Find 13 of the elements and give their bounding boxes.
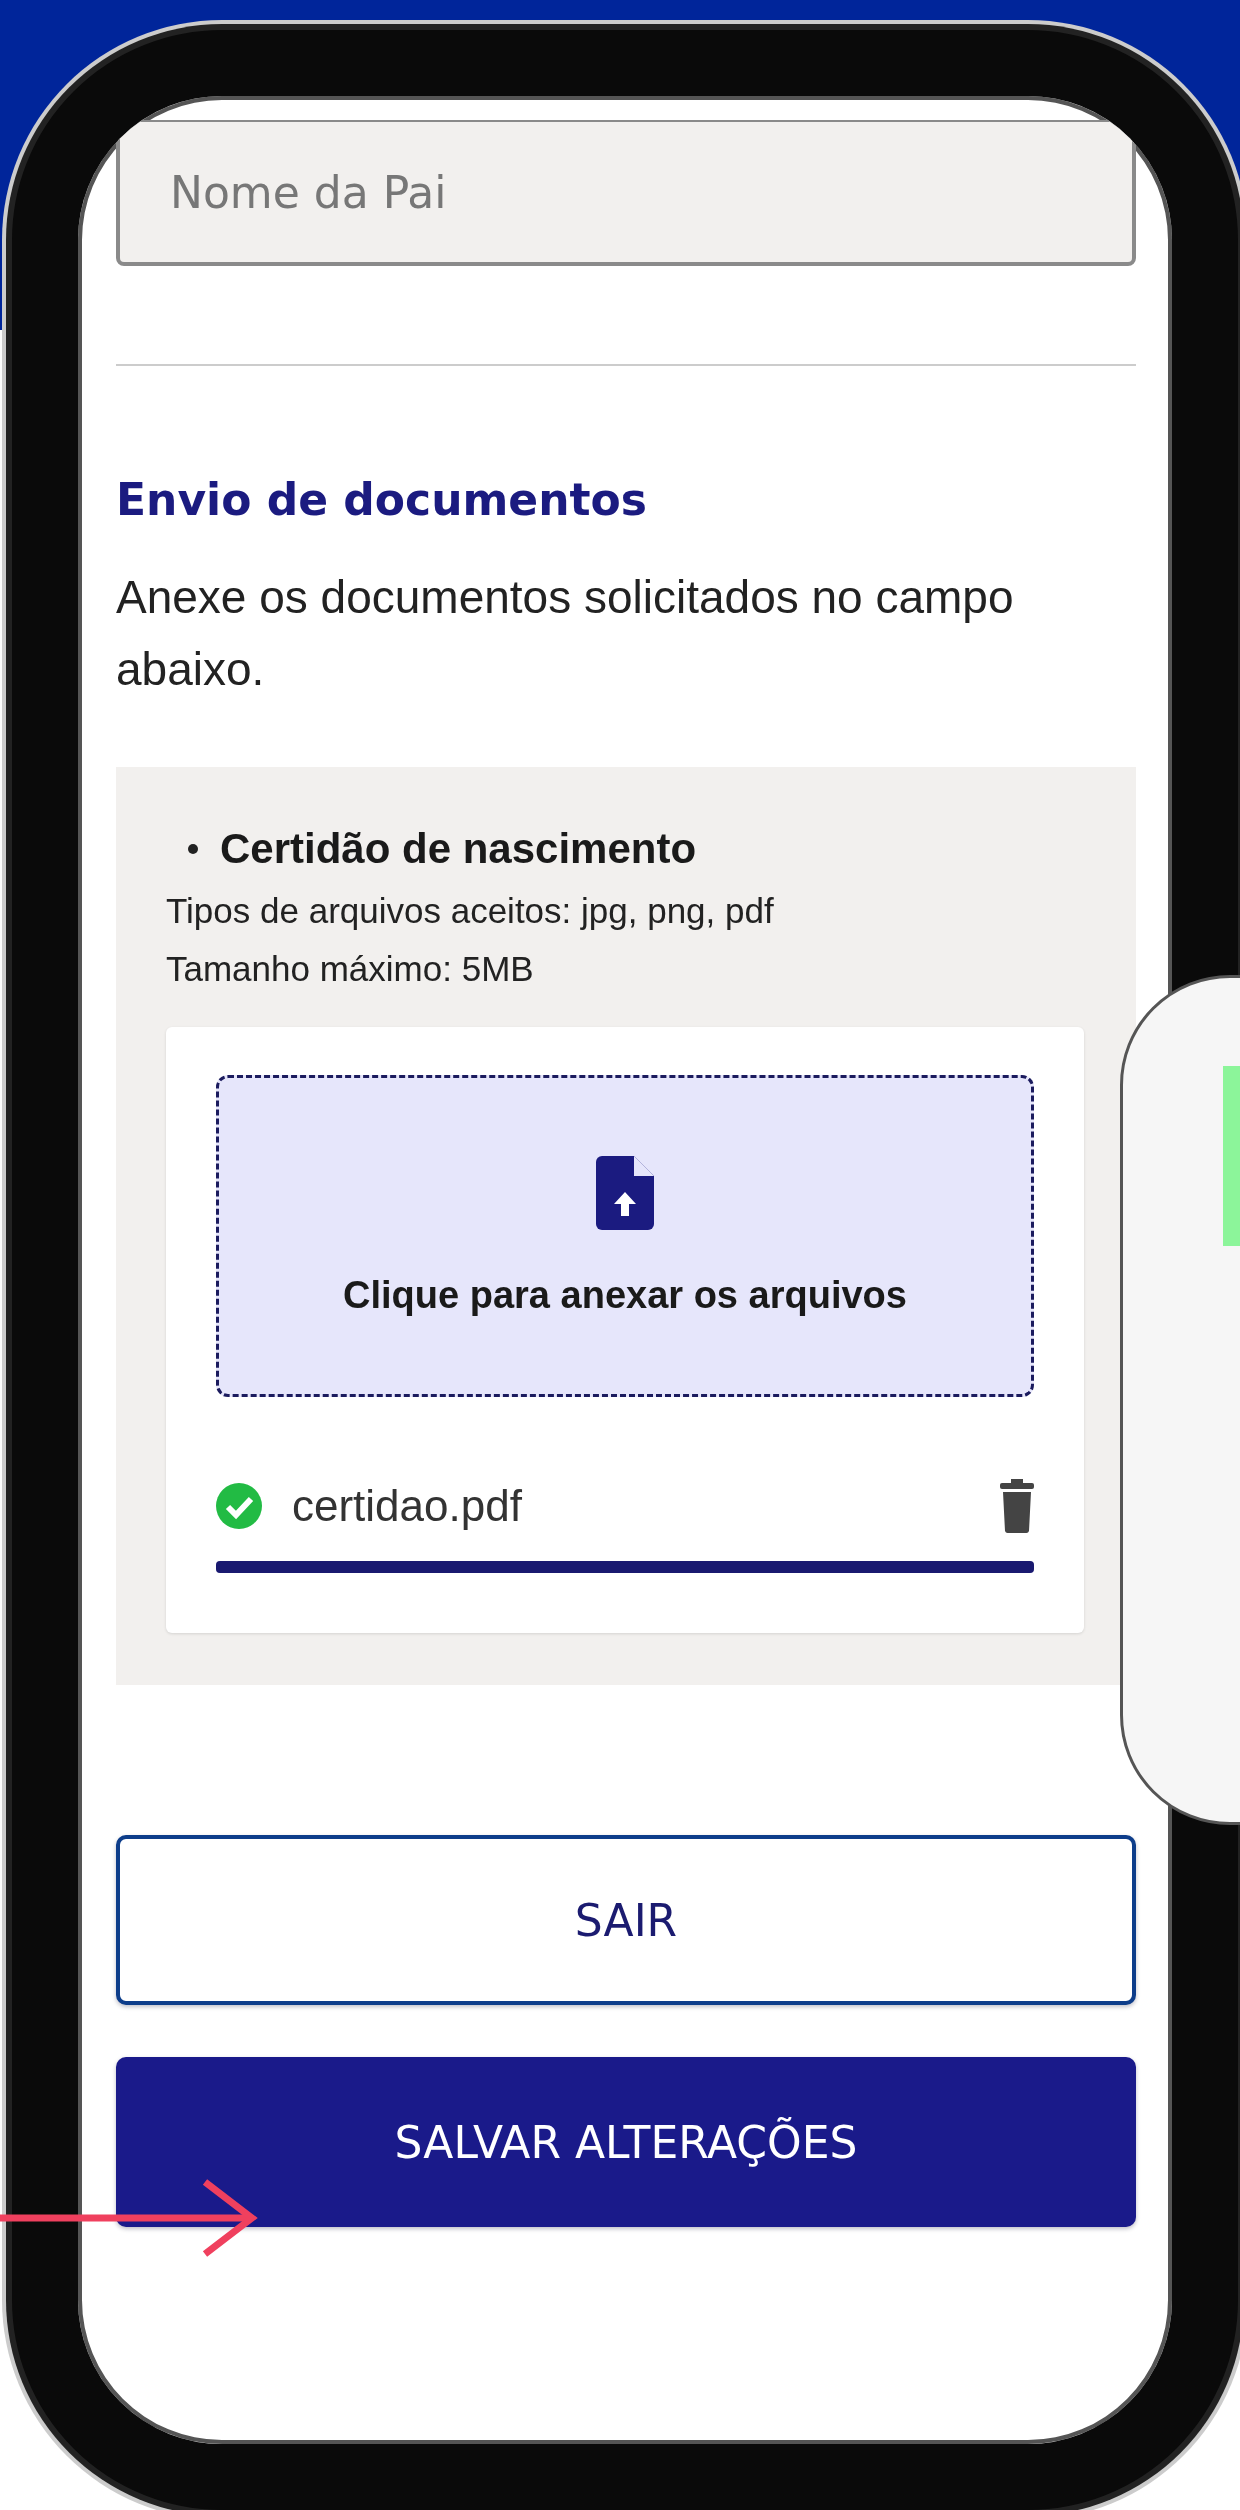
- file-name: certidao.pdf: [292, 1481, 523, 1531]
- name-input-field[interactable]: Nome da Pai: [116, 120, 1136, 266]
- document-name: Certidão de nascimento: [220, 825, 697, 873]
- section-heading: Envio de documentos: [116, 474, 648, 525]
- upload-dropzone[interactable]: Clique para anexar os arquivos: [216, 1075, 1034, 1397]
- trash-icon[interactable]: [1000, 1479, 1034, 1533]
- file-upload-icon: [596, 1155, 654, 1230]
- exit-button[interactable]: SAIR: [116, 1835, 1136, 2005]
- bullet-icon: [188, 844, 198, 854]
- accepted-types-text: Tipos de arquivos aceitos: jpg, png, pdf: [166, 891, 775, 931]
- instruction-text: Anexe os documentos solicitados no campo abaixo.: [116, 570, 1015, 697]
- save-button[interactable]: SALVAR ALTERAÇÕES: [116, 2057, 1136, 2227]
- max-size-text: Tamanho máximo: 5MB: [166, 949, 535, 989]
